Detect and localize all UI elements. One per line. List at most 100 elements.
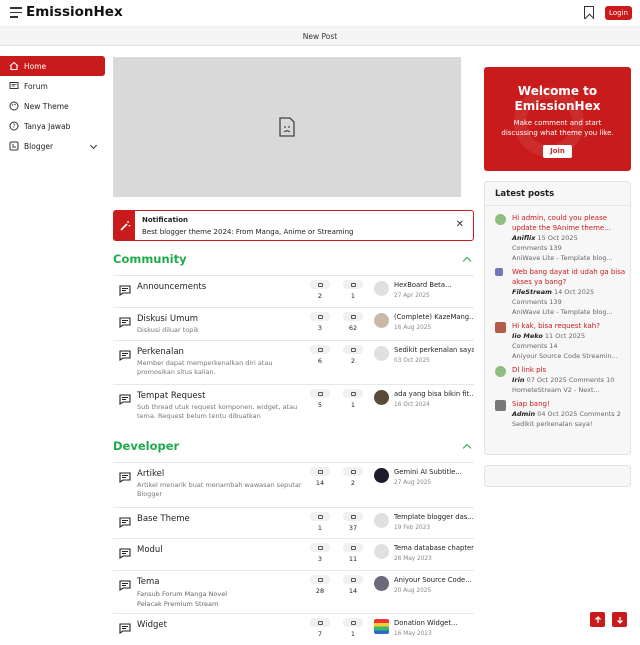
- posts-count: 1: [342, 389, 364, 409]
- sidebar-item-home[interactable]: Home: [0, 56, 105, 76]
- decorative-logo: [514, 87, 584, 157]
- sidebar-item-label: Home: [24, 61, 47, 71]
- help-icon: ?: [9, 121, 19, 131]
- chevron-up-icon[interactable]: [462, 443, 472, 452]
- magic-wand-icon: [114, 211, 135, 240]
- posts-count: 37: [342, 512, 364, 532]
- latest-post-item[interactable]: Dl link pls Irin 07 Oct 2025 Comments 10…: [485, 361, 630, 395]
- forum-title[interactable]: Widget: [137, 620, 307, 630]
- new-post-button[interactable]: New Post: [0, 27, 640, 46]
- main-content: Notification Best blogger theme 2024: Fr…: [113, 57, 474, 645]
- community-list: Announcements 2 1 HexBoard Beta... 27 Apr…: [113, 275, 474, 428]
- topics-count: 3: [309, 543, 331, 563]
- avatar: [374, 313, 389, 328]
- forum-icon: [119, 548, 131, 559]
- sidebar-item-forum[interactable]: Forum: [0, 76, 105, 96]
- forum-title[interactable]: Tempat Request: [137, 391, 307, 401]
- notification-banner: Notification Best blogger theme 2024: Fr…: [113, 210, 474, 241]
- topics-count: 14: [309, 467, 331, 487]
- forum-icon: [119, 472, 131, 483]
- forum-title[interactable]: Diskusi Umum: [137, 314, 307, 324]
- forum-row[interactable]: Tempat Request Sub thread utuk request ko…: [113, 384, 474, 428]
- subforum-tags[interactable]: Fansub Forum Manga Novel Pelacak Premium …: [137, 589, 307, 609]
- forum-row[interactable]: Modul 3 11 Tema database chapter 26 May 2…: [113, 538, 474, 570]
- posts-count: 2: [342, 345, 364, 365]
- empty-widget: [484, 465, 631, 487]
- forum-title[interactable]: Modul: [137, 545, 307, 555]
- section-title: Community: [113, 252, 187, 266]
- forum-row[interactable]: Artikel Artikel menarik buat menambah waw…: [113, 462, 474, 507]
- sidebar-item-label: Blogger: [24, 141, 54, 151]
- site-title[interactable]: EmissionHex: [26, 4, 123, 20]
- forum-row[interactable]: Diskusi Umum Diskusi diluar topik 3 62 (C…: [113, 307, 474, 340]
- latest-post-item[interactable]: Hi admin, could you please update the 9An…: [485, 206, 630, 263]
- forum-title[interactable]: Artikel: [137, 469, 307, 479]
- forum-row[interactable]: Base Theme 1 37 Template blogger das... 1…: [113, 507, 474, 538]
- forum-row[interactable]: Tema Fansub Forum Manga Novel Pelacak Pre…: [113, 570, 474, 613]
- sidebar-item-label: Forum: [24, 81, 48, 91]
- avatar: [374, 544, 389, 559]
- forum-desc: Diskusi diluar topik: [137, 326, 199, 334]
- topics-count: 28: [309, 575, 331, 595]
- last-post[interactable]: Donation Widget... 16 May 2023: [374, 619, 474, 637]
- topics-count: 6: [309, 345, 331, 365]
- topics-count: 1: [309, 512, 331, 532]
- chevron-down-icon[interactable]: [89, 141, 98, 150]
- latest-post-item[interactable]: Hi kak, bisa request kah? Iio Meko 11 Oc…: [485, 317, 630, 361]
- forum-row[interactable]: Announcements 2 1 HexBoard Beta... 27 Apr…: [113, 275, 474, 307]
- menu-icon[interactable]: [10, 7, 22, 19]
- last-post[interactable]: Tema database chapter 26 May 2023: [374, 544, 474, 562]
- bookmark-icon[interactable]: [584, 6, 594, 19]
- scroll-up-button[interactable]: [590, 612, 605, 627]
- welcome-card: Welcome to EmissionHex Make comment and s…: [484, 67, 631, 171]
- last-post[interactable]: Aniyour Source Code... 20 Aug 2025: [374, 576, 474, 594]
- close-icon[interactable]: ✕: [456, 219, 464, 230]
- avatar: [495, 322, 506, 333]
- posts-count: 14: [342, 575, 364, 595]
- last-post[interactable]: ada yang bisa bikin fit... 16 Oct 2024: [374, 390, 474, 408]
- scroll-down-button[interactable]: [612, 612, 627, 627]
- last-post[interactable]: Sedikit perkenalan saya! 03 Oct 2025: [374, 346, 474, 364]
- topics-count: 2: [309, 280, 331, 300]
- forum-row[interactable]: Perkenalan Member dapat memperkenalkan di…: [113, 340, 474, 384]
- sidebar-item-new-theme[interactable]: New Theme: [0, 96, 105, 116]
- posts-count: 1: [342, 618, 364, 638]
- last-post[interactable]: Gemini AI Subtitle... 27 Aug 2025: [374, 468, 474, 486]
- chat-icon: [9, 81, 19, 91]
- forum-row[interactable]: Widget 7 1 Donation Widget... 16 May 2023: [113, 613, 474, 645]
- forum-icon: [119, 517, 131, 528]
- avatar: [374, 513, 389, 528]
- last-post[interactable]: (Complete) KazeMang... 16 Aug 2025: [374, 313, 474, 331]
- posts-count: 2: [342, 467, 364, 487]
- avatar: [374, 576, 389, 591]
- sidebar-item-blogger[interactable]: Blogger: [0, 136, 105, 156]
- forum-icon: [119, 623, 131, 634]
- top-bar: EmissionHex Login: [0, 0, 640, 27]
- forum-icon: [119, 285, 131, 296]
- login-button[interactable]: Login: [605, 6, 632, 20]
- avatar: [374, 468, 389, 483]
- latest-post-item[interactable]: Web bang dayat id udah ga bisa akses ya b…: [485, 263, 630, 317]
- topics-count: 3: [309, 312, 331, 332]
- latest-posts-title: Latest posts: [485, 182, 630, 206]
- notification-text[interactable]: Best blogger theme 2024: From Manga, Ani…: [142, 228, 354, 236]
- avatar: [374, 390, 389, 405]
- last-post[interactable]: Template blogger das... 19 Feb 2023: [374, 513, 474, 531]
- avatar: [374, 619, 389, 634]
- forum-title[interactable]: Perkenalan: [137, 347, 307, 357]
- home-icon: [9, 61, 19, 71]
- latest-post-item[interactable]: Siap bang! Admin 04 Oct 2025 Comments 2 …: [485, 395, 630, 429]
- forum-icon: [119, 580, 131, 591]
- avatar: [495, 268, 503, 276]
- forum-title[interactable]: Announcements: [137, 282, 307, 292]
- section-header-community: Community: [113, 249, 474, 269]
- forum-icon: [119, 350, 131, 361]
- sidebar-item-tanya-jawab[interactable]: ? Tanya Jawab: [0, 116, 105, 136]
- blogger-icon: [9, 141, 19, 151]
- forum-title[interactable]: Base Theme: [137, 514, 307, 524]
- last-post[interactable]: HexBoard Beta... 27 Apr 2025: [374, 281, 474, 299]
- forum-title[interactable]: Tema: [137, 577, 307, 587]
- chevron-up-icon[interactable]: [462, 256, 472, 265]
- sidebar: Home Forum New Theme ? Tanya Jawab Blogg…: [0, 56, 105, 156]
- sidebar-item-label: Tanya Jawab: [24, 121, 71, 131]
